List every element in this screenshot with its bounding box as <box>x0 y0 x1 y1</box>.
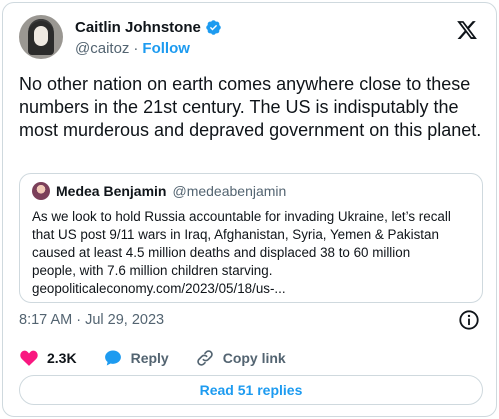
reply-button[interactable]: Reply <box>103 348 169 368</box>
tweet-header: Caitlin Johnstone @caitoz · Follow <box>17 15 482 65</box>
like-button[interactable]: 2.3K <box>19 348 77 368</box>
tweet-timestamp[interactable]: 8:17 AM · Jul 29, 2023 <box>19 312 164 328</box>
author-handle[interactable]: @caitoz <box>75 40 129 57</box>
separator-dot: · <box>133 40 139 57</box>
author-name[interactable]: Caitlin Johnstone <box>75 19 201 36</box>
link-icon <box>196 350 213 366</box>
tweet-actions: 2.3K Reply Copy link <box>19 347 312 369</box>
quoted-link[interactable]: geopoliticaleconomy.com/2023/05/18/us-..… <box>32 280 470 298</box>
author-name-row: Caitlin Johnstone <box>75 19 222 36</box>
author-handle-row: @caitoz · Follow <box>75 40 190 57</box>
read-replies-button[interactable]: Read 51 replies <box>19 375 483 405</box>
like-count: 2.3K <box>47 350 77 366</box>
reply-label: Reply <box>130 350 169 366</box>
author-avatar[interactable] <box>19 15 63 59</box>
quoted-tweet[interactable]: Medea Benjamin @medeabenjamin As we look… <box>19 173 483 303</box>
heart-icon <box>20 350 38 366</box>
quoted-text-line: caused at least 4.5 million deaths and d… <box>32 245 411 260</box>
x-logo-icon[interactable] <box>456 19 478 41</box>
read-replies-label: Read 51 replies <box>199 382 303 398</box>
info-icon[interactable] <box>458 309 480 331</box>
quoted-text-line: people, with 7.6 million children starvi… <box>32 263 273 278</box>
quoted-tweet-text: As we look to hold Russia accountable fo… <box>32 208 470 298</box>
quoted-text-line: that US post 9/11 wars in Iraq, Afghanis… <box>32 227 439 242</box>
quoted-tweet-header: Medea Benjamin @medeabenjamin <box>32 182 470 200</box>
copy-link-label: Copy link <box>222 350 286 366</box>
quoted-author-avatar <box>32 182 50 200</box>
quoted-text-line: As we look to hold Russia accountable fo… <box>32 209 451 224</box>
tweet-card: Caitlin Johnstone @caitoz · Follow No ot… <box>2 2 497 417</box>
quoted-author-handle: @medeabenjamin <box>172 183 287 199</box>
tweet-text: No other nation on earth comes anywhere … <box>19 74 482 140</box>
reply-bubble-icon <box>104 350 121 366</box>
follow-button[interactable]: Follow <box>142 40 190 57</box>
copy-link-button[interactable]: Copy link <box>195 348 286 368</box>
quoted-author-name: Medea Benjamin <box>56 183 167 199</box>
verified-badge-icon <box>206 20 221 35</box>
